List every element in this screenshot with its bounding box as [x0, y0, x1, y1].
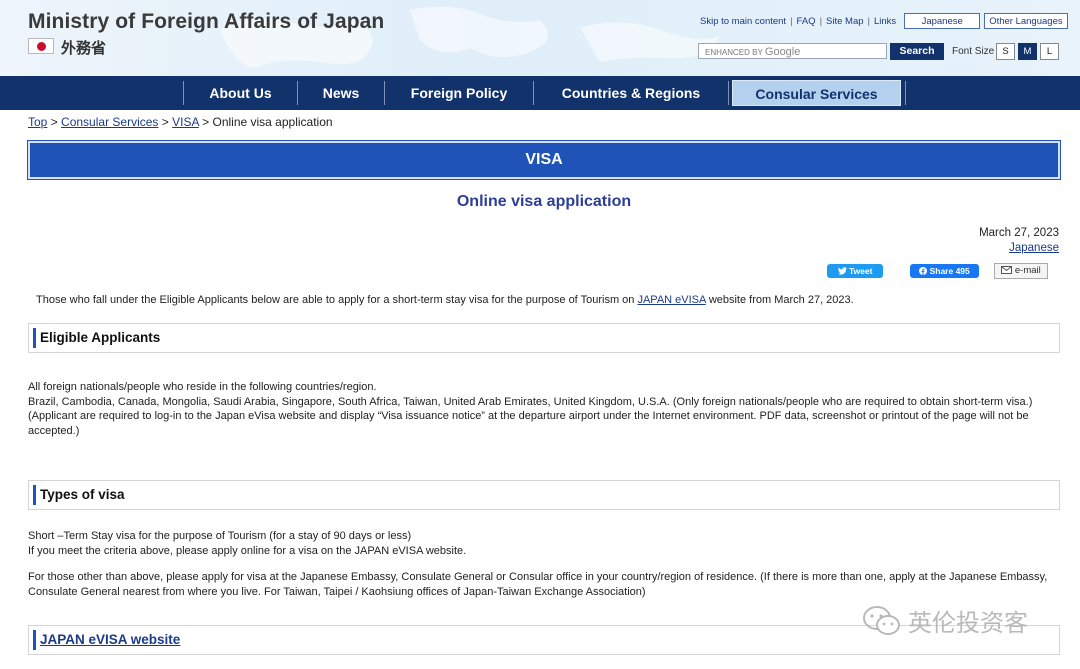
- flag-japan-icon: [28, 38, 54, 54]
- share-label: Share 495: [929, 266, 970, 276]
- eligible-line: All foreign nationals/people who reside …: [28, 381, 377, 393]
- site-map-link[interactable]: Site Map: [822, 16, 868, 27]
- japanese-version-link[interactable]: Japanese: [1009, 242, 1059, 254]
- watermark: 英伦投资客: [862, 603, 1028, 638]
- site-title[interactable]: Ministry of Foreign Affairs of Japan: [28, 10, 384, 34]
- search-prefix: ENHANCED BY: [705, 48, 763, 57]
- site-header: Ministry of Foreign Affairs of Japan 外務省…: [0, 0, 1080, 76]
- watermark-text: 英伦投资客: [908, 610, 1028, 637]
- google-brand: Google: [764, 46, 801, 58]
- nav-news[interactable]: News: [298, 76, 384, 110]
- intro-text-before: Those who fall under the Eligible Applic…: [36, 294, 635, 306]
- font-size-label: Font Size: [952, 46, 995, 57]
- publish-date: March 27, 2023: [979, 227, 1059, 239]
- breadcrumb-current: Online visa application: [212, 115, 333, 129]
- other-applicants-text: For those other than above, please apply…: [28, 571, 1048, 598]
- eligible-applicants-text: All foreign nationals/people who reside …: [28, 380, 1058, 438]
- tweet-label: Tweet: [848, 266, 873, 276]
- faq-link[interactable]: FAQ: [793, 16, 820, 27]
- site-title-japanese[interactable]: 外務省: [61, 37, 106, 58]
- nav-consular-services[interactable]: Consular Services: [732, 80, 901, 106]
- category-banner: VISA: [27, 140, 1061, 180]
- breadcrumb-consular-services[interactable]: Consular Services: [61, 115, 158, 129]
- email-icon: [1001, 266, 1013, 274]
- nav-about-us[interactable]: About Us: [184, 76, 297, 110]
- types-of-visa-text: Short –Term Stay visa for the purpose of…: [28, 529, 1058, 558]
- wechat-icon: [863, 605, 900, 635]
- nav-divider: [905, 81, 906, 105]
- intro-text: Those who fall under the Eligible Applic…: [36, 294, 854, 306]
- search-button[interactable]: Search: [890, 43, 944, 60]
- breadcrumb-visa[interactable]: VISA: [172, 115, 199, 129]
- breadcrumb: Top > Consular Services > VISA > Online …: [28, 115, 333, 129]
- intro-text-after: website from March 27, 2023.: [708, 294, 854, 306]
- eligible-line: (Applicant are required to log-in to the…: [28, 410, 1029, 437]
- tweet-button[interactable]: Tweet: [827, 264, 883, 278]
- japanese-language-button[interactable]: Japanese: [904, 13, 981, 29]
- facebook-share-button[interactable]: Share 495: [910, 264, 979, 278]
- main-navigation: About Us News Foreign Policy Countries &…: [0, 76, 1080, 110]
- email-label: e-mail: [1014, 265, 1041, 276]
- search-input[interactable]: ENHANCED BY Google: [698, 43, 887, 59]
- font-size-medium-button[interactable]: M: [1018, 43, 1037, 60]
- japan-evisa-link[interactable]: JAPAN eVISA: [637, 294, 705, 306]
- font-size-small-button[interactable]: S: [996, 43, 1015, 60]
- types-line: If you meet the criteria above, please a…: [28, 544, 467, 557]
- email-button[interactable]: e-mail: [994, 263, 1048, 279]
- links-link[interactable]: Links: [870, 16, 900, 27]
- types-line: Short –Term Stay visa for the purpose of…: [28, 530, 412, 542]
- nav-foreign-policy[interactable]: Foreign Policy: [385, 76, 533, 110]
- eligible-applicants-heading: Eligible Applicants: [28, 323, 1060, 353]
- types-of-visa-heading: Types of visa: [28, 480, 1060, 510]
- other-languages-button[interactable]: Other Languages: [984, 13, 1068, 29]
- twitter-bird-icon: [837, 267, 847, 275]
- eligible-line: Brazil, Cambodia, Canada, Mongolia, Saud…: [28, 395, 1033, 408]
- nav-countries-regions[interactable]: Countries & Regions: [534, 76, 728, 110]
- skip-to-main-link[interactable]: Skip to main content: [696, 16, 790, 27]
- utility-links: Skip to main content | FAQ | Site Map | Lin…: [696, 13, 1068, 29]
- nav-divider: [728, 81, 729, 105]
- facebook-icon: [919, 267, 928, 275]
- breadcrumb-top[interactable]: Top: [28, 115, 47, 129]
- font-size-large-button[interactable]: L: [1040, 43, 1059, 60]
- page-title: Online visa application: [456, 193, 632, 210]
